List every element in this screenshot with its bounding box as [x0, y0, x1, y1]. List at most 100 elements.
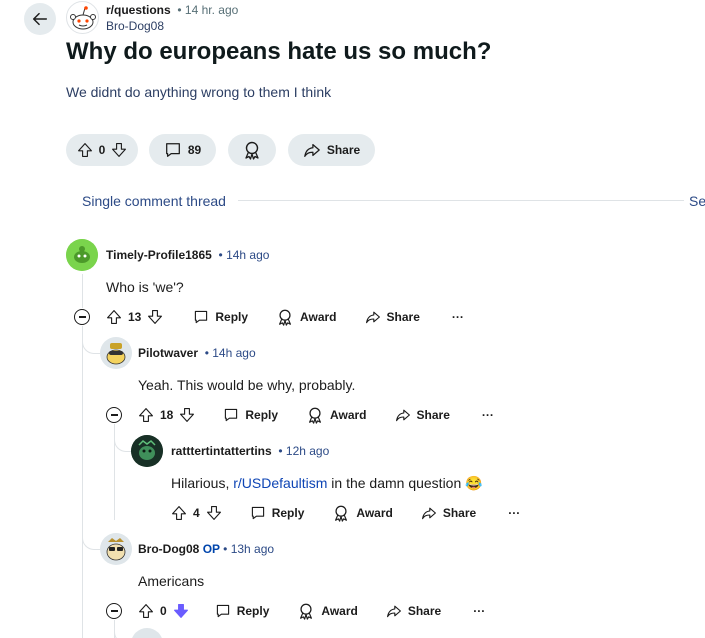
comment-actions: 0 Reply Award Share ···	[138, 602, 485, 620]
comment-time: 14h ago	[226, 248, 270, 262]
award-button[interactable]	[228, 134, 276, 166]
upvote-icon[interactable]	[77, 142, 93, 158]
share-button[interactable]: Share	[417, 408, 450, 422]
comment-time: 13h ago	[230, 542, 275, 556]
more-options-button[interactable]: ···	[482, 408, 494, 422]
reply-icon	[225, 408, 238, 422]
downvote-icon[interactable]	[111, 142, 127, 158]
snoo-avatar-icon	[100, 337, 132, 369]
comment-time: 12h ago	[285, 444, 330, 458]
more-options-button[interactable]: ···	[508, 506, 520, 520]
award-icon	[279, 309, 292, 326]
subreddit-link[interactable]: r/USDefaultism	[233, 475, 327, 491]
reply-button[interactable]: Reply	[272, 506, 305, 520]
share-icon	[395, 409, 410, 422]
comment-text: Americans	[138, 573, 205, 589]
award-icon	[245, 141, 259, 160]
comment-score: 0	[160, 604, 167, 618]
downvote-icon[interactable]	[179, 407, 195, 423]
post-vote-group: 0	[66, 134, 138, 166]
divider	[238, 200, 684, 201]
award-button[interactable]: Award	[321, 604, 357, 618]
share-icon	[421, 507, 436, 520]
post-author[interactable]: Bro-Dog08	[106, 19, 164, 33]
post-time: • 14 hr. ago	[174, 3, 239, 17]
thread-elbow	[82, 340, 100, 354]
avatar[interactable]	[131, 435, 163, 467]
comment-author[interactable]: Pilotwaver	[138, 346, 198, 360]
avatar[interactable]	[100, 533, 132, 565]
share-button[interactable]: Share	[387, 310, 420, 324]
reply-button[interactable]: Reply	[237, 604, 270, 618]
thread-line	[82, 274, 83, 308]
comment-text: Yeah. This would be why, probably.	[138, 377, 356, 393]
thread-elbow	[114, 630, 132, 638]
award-button[interactable]: Award	[330, 408, 366, 422]
thread-elbow	[114, 438, 132, 452]
comment-text: Hilarious, r/USDefaultism in the damn qu…	[171, 475, 483, 491]
collapse-thread-button[interactable]	[74, 309, 90, 325]
reply-icon	[195, 310, 208, 324]
upvote-icon[interactable]	[106, 309, 122, 325]
snoo-icon	[69, 5, 96, 29]
snoo-avatar-icon	[66, 239, 98, 271]
upvote-icon[interactable]	[138, 603, 154, 619]
comment-time: 14h ago	[212, 346, 256, 360]
comment-author-line: Bro-Dog08 OP • 13h ago	[138, 542, 275, 556]
comment-icon	[165, 143, 180, 157]
subreddit-line: r/questions • 14 hr. ago	[106, 3, 238, 17]
comment-actions: 4 Reply Award Share ···	[171, 504, 520, 522]
reply-button[interactable]: Reply	[215, 310, 248, 324]
back-button[interactable]	[24, 3, 56, 35]
comment-actions: 13 Reply Award Share ···	[106, 308, 464, 326]
snoo-avatar-icon	[131, 435, 163, 467]
downvote-icon[interactable]	[147, 309, 163, 325]
post-title: Why do europeans hate us so much?	[66, 38, 492, 65]
thread-elbow	[82, 534, 100, 550]
collapse-thread-button[interactable]	[106, 407, 122, 423]
more-options-button[interactable]: ···	[473, 604, 485, 618]
comments-count: 89	[187, 143, 202, 157]
avatar[interactable]	[100, 337, 132, 369]
avatar[interactable]	[66, 239, 98, 271]
upvote-icon[interactable]	[171, 505, 187, 521]
award-icon	[335, 505, 348, 522]
downvote-icon[interactable]	[206, 505, 222, 521]
reply-icon	[251, 506, 264, 520]
comment-author[interactable]: Timely-Profile1865	[106, 248, 212, 262]
downvote-active-icon[interactable]	[173, 603, 189, 619]
avatar[interactable]	[131, 628, 163, 638]
reply-icon	[216, 604, 229, 618]
award-icon	[309, 407, 322, 424]
comment-author-line: Pilotwaver • 14h ago	[138, 346, 256, 360]
see-full-discussion-link[interactable]: Se	[689, 193, 705, 209]
comment-author[interactable]: ratttertintattertins	[171, 444, 272, 458]
snoo-avatar-icon	[100, 533, 132, 565]
award-icon	[300, 603, 313, 620]
subreddit-name[interactable]: r/questions	[106, 3, 171, 17]
op-badge: OP	[202, 542, 220, 556]
share-icon	[386, 605, 401, 618]
more-options-button[interactable]: ···	[452, 310, 464, 324]
comment-author[interactable]: Bro-Dog08	[138, 542, 199, 556]
single-comment-thread-link[interactable]: Single comment thread	[82, 193, 226, 209]
share-button[interactable]: Share	[408, 604, 441, 618]
share-icon	[303, 143, 320, 157]
comment-author-line: Timely-Profile1865 • 14h ago	[106, 248, 270, 262]
share-button[interactable]: Share	[288, 134, 375, 166]
share-icon	[365, 311, 380, 324]
comment-text: Who is 'we'?	[106, 279, 184, 295]
upvote-icon[interactable]	[138, 407, 154, 423]
comment-actions: 18 Reply Award Share ···	[138, 406, 494, 424]
reply-button[interactable]: Reply	[245, 408, 278, 422]
comment-score: 18	[160, 408, 174, 422]
collapse-thread-button[interactable]	[106, 603, 122, 619]
arrow-left-icon	[32, 12, 48, 26]
award-button[interactable]: Award	[356, 506, 392, 520]
comments-button[interactable]: 89	[149, 134, 216, 166]
subreddit-avatar[interactable]	[66, 1, 99, 34]
award-button[interactable]: Award	[300, 310, 336, 324]
share-button[interactable]: Share	[443, 506, 476, 520]
thread-line	[82, 326, 83, 638]
post-score: 0	[98, 143, 106, 157]
